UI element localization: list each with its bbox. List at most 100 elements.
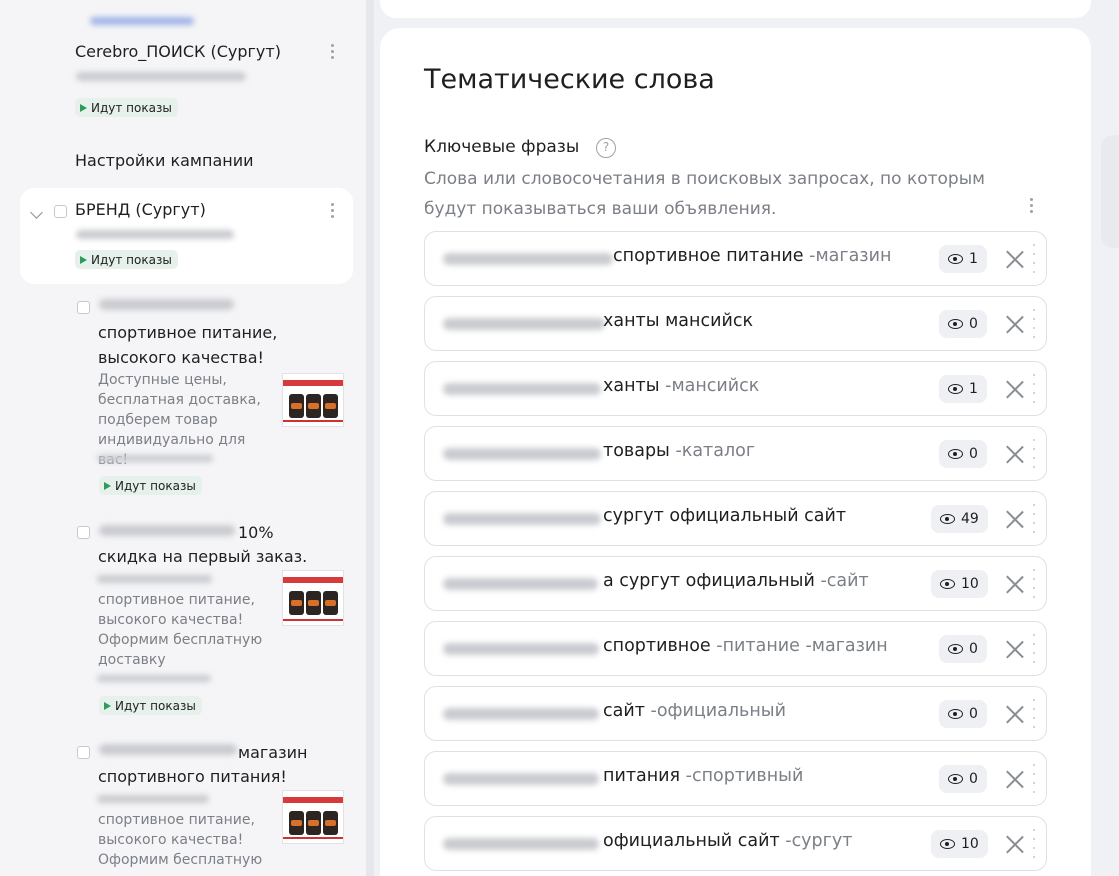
- ad-image: [282, 790, 344, 844]
- minus-words[interactable]: -каталог: [675, 441, 755, 461]
- minus-words[interactable]: -питание -магазин: [716, 636, 887, 656]
- keyword-text[interactable]: спортивное: [603, 636, 711, 656]
- drag-handle-icon[interactable]: [1033, 764, 1036, 800]
- ad-item[interactable]: спортивное питание, высокого качества! Д…: [75, 295, 355, 495]
- campaign-settings-link[interactable]: Настройки кампании: [75, 151, 254, 170]
- campaign-title[interactable]: Cerebro_ПОИСК (Сургут): [75, 42, 281, 61]
- keyword-text[interactable]: сайт: [603, 701, 645, 721]
- ad-title-blurred: [99, 744, 237, 755]
- impressions-badge[interactable]: 1: [939, 245, 987, 273]
- ad-text-blurred: [97, 795, 209, 803]
- close-icon[interactable]: [1005, 379, 1025, 399]
- keyword-row[interactable]: спортивное -питание -магазин 0: [424, 621, 1047, 676]
- campaign-menu-icon[interactable]: [331, 203, 335, 221]
- keyword-text[interactable]: сургут официальный сайт: [603, 506, 846, 526]
- ad-title: скидка на первый заказ.: [98, 547, 308, 566]
- keyword-text[interactable]: питания: [603, 766, 680, 786]
- sidebar-scrollbar[interactable]: [366, 0, 374, 876]
- drag-handle-icon[interactable]: [1033, 504, 1036, 540]
- drag-handle-icon[interactable]: [1033, 829, 1036, 865]
- minus-words[interactable]: -спортивный: [686, 766, 804, 786]
- ad-checkbox[interactable]: [77, 746, 90, 759]
- eye-icon: [940, 839, 955, 849]
- keyword-row[interactable]: ханты -мансийск 1: [424, 361, 1047, 416]
- campaign-checkbox[interactable]: [54, 205, 67, 218]
- drag-handle-icon[interactable]: [1033, 309, 1036, 345]
- keyword-row[interactable]: питания -спортивный 0: [424, 751, 1047, 806]
- keyword-phrase[interactable]: официальный сайт -сургут: [603, 831, 852, 851]
- close-icon[interactable]: [1005, 704, 1025, 724]
- close-icon[interactable]: [1005, 314, 1025, 334]
- close-icon[interactable]: [1005, 834, 1025, 854]
- keyword-phrase[interactable]: ханты -мансийск: [603, 376, 759, 396]
- keyword-row[interactable]: сайт -официальный 0: [424, 686, 1047, 741]
- campaign-meta-blurred: [76, 230, 234, 239]
- minus-words[interactable]: -сургут: [785, 831, 852, 851]
- drag-handle-icon[interactable]: [1033, 439, 1036, 475]
- impressions-badge[interactable]: 1: [939, 375, 987, 403]
- keyword-row[interactable]: сургут официальный сайт 49: [424, 491, 1047, 546]
- drag-handle-icon[interactable]: [1033, 634, 1036, 670]
- drag-handle-icon[interactable]: [1033, 244, 1036, 280]
- play-icon: [80, 255, 87, 264]
- impressions-badge[interactable]: 0: [939, 700, 987, 728]
- keyword-phrase[interactable]: сургут официальный сайт: [603, 506, 846, 526]
- ad-url-blurred: [97, 455, 213, 462]
- keyword-text[interactable]: спортивное питание: [613, 246, 804, 266]
- impressions-badge[interactable]: 49: [931, 505, 988, 533]
- ad-image: [282, 373, 344, 427]
- keyword-text[interactable]: официальный сайт: [603, 831, 780, 851]
- ad-checkbox[interactable]: [77, 526, 90, 539]
- keyword-text[interactable]: товары: [603, 441, 670, 461]
- minus-words[interactable]: -сайт: [820, 571, 868, 591]
- keyword-row[interactable]: официальный сайт -сургут 10: [424, 816, 1047, 871]
- close-icon[interactable]: [1005, 444, 1025, 464]
- keyword-row[interactable]: спортивное питание -магазин 1: [424, 231, 1047, 286]
- keyword-row[interactable]: ханты мансийск 0: [424, 296, 1047, 351]
- ad-item[interactable]: 10% скидка на первый заказ. спортивное п…: [75, 520, 355, 720]
- minus-words[interactable]: -официальный: [651, 701, 787, 721]
- keywords-menu-icon[interactable]: [1030, 198, 1034, 216]
- close-icon[interactable]: [1005, 639, 1025, 659]
- keyword-prefix-blurred: [443, 773, 599, 785]
- campaign-item-search[interactable]: Cerebro_ПОИСК (Сургут): [75, 42, 281, 61]
- impressions-count: 49: [961, 511, 979, 527]
- keyword-text[interactable]: ханты: [603, 376, 660, 396]
- impressions-badge[interactable]: 0: [939, 635, 987, 663]
- keyword-row[interactable]: а сургут официальный -сайт 10: [424, 556, 1047, 611]
- close-icon[interactable]: [1005, 769, 1025, 789]
- keyword-prefix-blurred: [443, 708, 599, 720]
- keyword-text[interactable]: а сургут официальный: [603, 571, 815, 591]
- drag-handle-icon[interactable]: [1033, 569, 1036, 605]
- close-icon[interactable]: [1005, 249, 1025, 269]
- ad-item[interactable]: магазин спортивного питания! спортивное …: [75, 740, 355, 876]
- keyword-phrase[interactable]: ханты мансийск: [603, 311, 753, 331]
- impressions-badge[interactable]: 10: [931, 570, 988, 598]
- minus-words[interactable]: -магазин: [809, 246, 891, 266]
- campaign-item-brand[interactable]: БРЕНД (Сургут) Идут показы: [20, 188, 353, 284]
- close-icon[interactable]: [1005, 509, 1025, 529]
- keyword-phrase[interactable]: спортивное питание -магазин: [613, 246, 891, 266]
- keyword-phrase[interactable]: спортивное -питание -магазин: [603, 636, 888, 656]
- impressions-badge[interactable]: 10: [931, 830, 988, 858]
- keyword-phrase[interactable]: а сургут официальный -сайт: [603, 571, 869, 591]
- campaign-menu-icon[interactable]: [331, 44, 335, 62]
- help-icon[interactable]: ?: [596, 138, 616, 158]
- keyword-text[interactable]: ханты мансийск: [603, 311, 753, 331]
- chevron-down-icon[interactable]: [30, 206, 43, 219]
- drag-handle-icon[interactable]: [1033, 374, 1036, 410]
- impressions-badge[interactable]: 0: [939, 440, 987, 468]
- close-icon[interactable]: [1005, 574, 1025, 594]
- keyword-row[interactable]: товары -каталог 0: [424, 426, 1047, 481]
- side-panel-edge[interactable]: [1101, 135, 1119, 248]
- keyword-phrase[interactable]: товары -каталог: [603, 441, 755, 461]
- keyword-prefix-blurred: [443, 253, 613, 265]
- ad-checkbox[interactable]: [77, 301, 90, 314]
- keyword-phrase[interactable]: сайт -официальный: [603, 701, 786, 721]
- impressions-badge[interactable]: 0: [939, 310, 987, 338]
- keyword-phrase[interactable]: питания -спортивный: [603, 766, 803, 786]
- minus-words[interactable]: -мансийск: [665, 376, 759, 396]
- campaign-title[interactable]: БРЕНД (Сургут): [75, 200, 206, 219]
- impressions-badge[interactable]: 0: [939, 765, 987, 793]
- drag-handle-icon[interactable]: [1033, 699, 1036, 735]
